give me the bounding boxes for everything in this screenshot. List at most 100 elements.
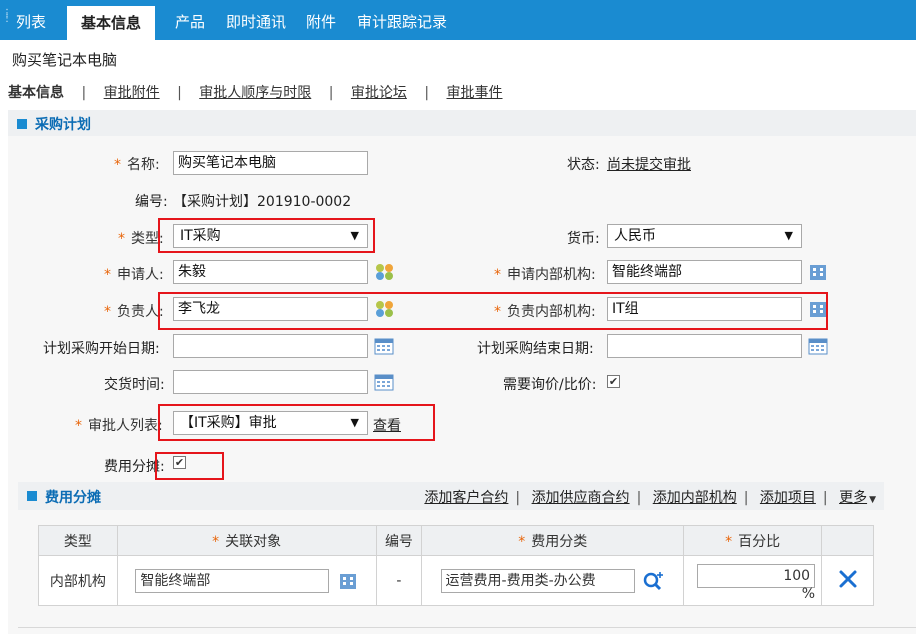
number-label: 编号: (135, 194, 168, 210)
subnav-separator: | (81, 85, 87, 101)
approver-label: * 审批人列表: (75, 415, 163, 435)
subnav-approval-forum[interactable]: 审批论坛 (351, 85, 407, 101)
owner-label-text: 负责人: (117, 304, 164, 320)
col-header-number: 编号 (375, 525, 423, 556)
section-square-icon (17, 119, 27, 129)
action-separator: | (636, 490, 642, 506)
search-add-icon[interactable] (643, 571, 665, 591)
delivery-label: 交货时间: (104, 377, 165, 393)
col-header-type: 类型 (38, 525, 118, 556)
calendar-icon[interactable] (374, 337, 394, 355)
inquiry-label: 需要询价/比价: (503, 377, 597, 393)
required-mark: * (114, 157, 121, 173)
category-input[interactable]: 运营费用-费用类-办公费 (440, 568, 635, 593)
required-mark: * (212, 533, 220, 550)
currency-select[interactable]: 人民币 ▼ (607, 224, 802, 248)
end-date-input[interactable] (607, 334, 802, 358)
subnav-approver-order[interactable]: 审批人顺序与时限 (199, 85, 311, 101)
calendar-icon[interactable] (374, 373, 394, 391)
cost-actions: 添加客户合约 | 添加供应商合约 | 添加内部机构 | 添加项目 | 更多 ▼ (424, 487, 876, 507)
highlight-box-type (158, 218, 375, 253)
section-square-icon (27, 491, 37, 501)
apply-org-input[interactable]: 智能终端部 (607, 260, 802, 284)
type-label: * 类型: (118, 228, 164, 248)
col-header-object: * 关联对象 (116, 525, 377, 556)
cost-section-title: 费用分摊 (45, 490, 101, 506)
highlight-box-owner (158, 292, 828, 330)
percent-unit: % (801, 586, 816, 602)
inquiry-checkbox[interactable]: ✔ (607, 375, 620, 388)
name-input[interactable]: 购买笔记本电脑 (173, 151, 368, 175)
highlight-box-cost-share (155, 452, 224, 480)
required-mark: * (118, 231, 125, 247)
subnav-basic-info[interactable]: 基本信息 (8, 85, 64, 101)
required-mark: * (518, 533, 526, 550)
tab-products[interactable]: 产品 (175, 0, 205, 40)
calendar-icon[interactable] (808, 337, 828, 355)
sub-navigation: 基本信息 | 审批附件 | 审批人顺序与时限 | 审批论坛 | 审批事件 (8, 82, 503, 102)
start-date-label: 计划采购开始日期: (43, 341, 160, 357)
status-link[interactable]: 尚未提交审批 (607, 154, 691, 174)
org-picker-icon[interactable] (808, 263, 828, 281)
add-customer-contract-link[interactable]: 添加客户合约 (424, 490, 508, 506)
section-header-purchase-plan: 采购计划 (8, 110, 916, 136)
number-value: 【采购计划】201910-0002 (173, 194, 352, 210)
user-picker-icon[interactable] (374, 262, 396, 282)
cell-delete (821, 555, 874, 606)
tab-audit-trail[interactable]: 审计跟踪记录 (357, 0, 447, 40)
org-picker-icon[interactable] (338, 572, 358, 590)
col-header-percent: * 百分比 (683, 525, 823, 556)
applicant-input[interactable]: 朱毅 (173, 260, 368, 284)
caret-down-icon[interactable]: ▼ (869, 495, 876, 505)
col-header-percent-text: 百分比 (738, 533, 781, 550)
subnav-approval-events[interactable]: 审批事件 (447, 85, 503, 101)
table-header-row: 类型 * 关联对象 编号 * 费用分类 * 百分比 (38, 525, 874, 556)
col-header-object-text: 关联对象 (225, 533, 282, 550)
more-link[interactable]: 更多 (839, 490, 867, 506)
cell-number: - (375, 555, 423, 606)
apply-org-label: * 申请内部机构: (494, 264, 596, 284)
col-header-category-text: 费用分类 (531, 533, 588, 550)
add-internal-org-link[interactable]: 添加内部机构 (653, 490, 737, 506)
subnav-separator: | (177, 85, 182, 101)
section-header-cost-sharing: 费用分摊 添加客户合约 | 添加供应商合约 | 添加内部机构 | 添加项目 | 更多 ▼ (18, 482, 884, 510)
applicant-label-text: 申请人: (117, 267, 164, 283)
currency-label: 货币: (567, 231, 600, 247)
col-header-category: * 费用分类 (421, 525, 685, 556)
tab-attachments[interactable]: 附件 (306, 0, 336, 40)
highlight-box-approver (158, 404, 435, 441)
cost-sharing-table: 类型 * 关联对象 编号 * 费用分类 * 百分比 内部机构 智能终端部 - 运营费用… (38, 525, 874, 606)
required-mark: * (75, 418, 82, 434)
object-input[interactable]: 智能终端部 (135, 568, 330, 593)
action-separator: | (515, 490, 521, 506)
tab-list[interactable]: 列表 (16, 0, 46, 40)
divider (18, 627, 916, 628)
required-mark: * (494, 267, 501, 283)
cell-type: 内部机构 (38, 555, 118, 606)
required-mark: * (104, 267, 111, 283)
cell-object: 智能终端部 (116, 555, 377, 606)
delivery-input[interactable] (173, 370, 368, 394)
currency-select-value: 人民币 (614, 228, 656, 244)
tab-basic-info[interactable]: 基本信息 (67, 6, 156, 40)
name-label-text: 名称: (127, 157, 160, 173)
action-separator: | (743, 490, 749, 506)
apply-org-label-text: 申请内部机构: (507, 267, 596, 283)
action-separator: | (822, 490, 828, 506)
drag-grip-icon[interactable]: ⋮ ⋮ (2, 9, 12, 24)
tab-instant-messaging[interactable]: 即时通讯 (226, 0, 286, 40)
add-supplier-contract-link[interactable]: 添加供应商合约 (532, 490, 630, 506)
start-date-input[interactable] (173, 334, 368, 358)
subnav-separator: | (424, 85, 430, 101)
top-tab-bar: ⋮ ⋮ 列表 基本信息 产品 即时通讯 附件 审计跟踪记录 (0, 0, 916, 40)
percent-input[interactable]: 100 (697, 563, 816, 588)
col-header-actions (821, 525, 874, 556)
delete-icon[interactable] (838, 569, 858, 589)
required-mark: * (725, 533, 733, 550)
document-title: 购买笔记本电脑 (12, 51, 118, 69)
add-project-link[interactable]: 添加项目 (760, 490, 816, 506)
end-date-label: 计划采购结束日期: (477, 341, 594, 357)
subnav-approval-attachments[interactable]: 审批附件 (104, 85, 160, 101)
required-mark: * (104, 304, 111, 320)
subnav-separator: | (328, 85, 334, 101)
